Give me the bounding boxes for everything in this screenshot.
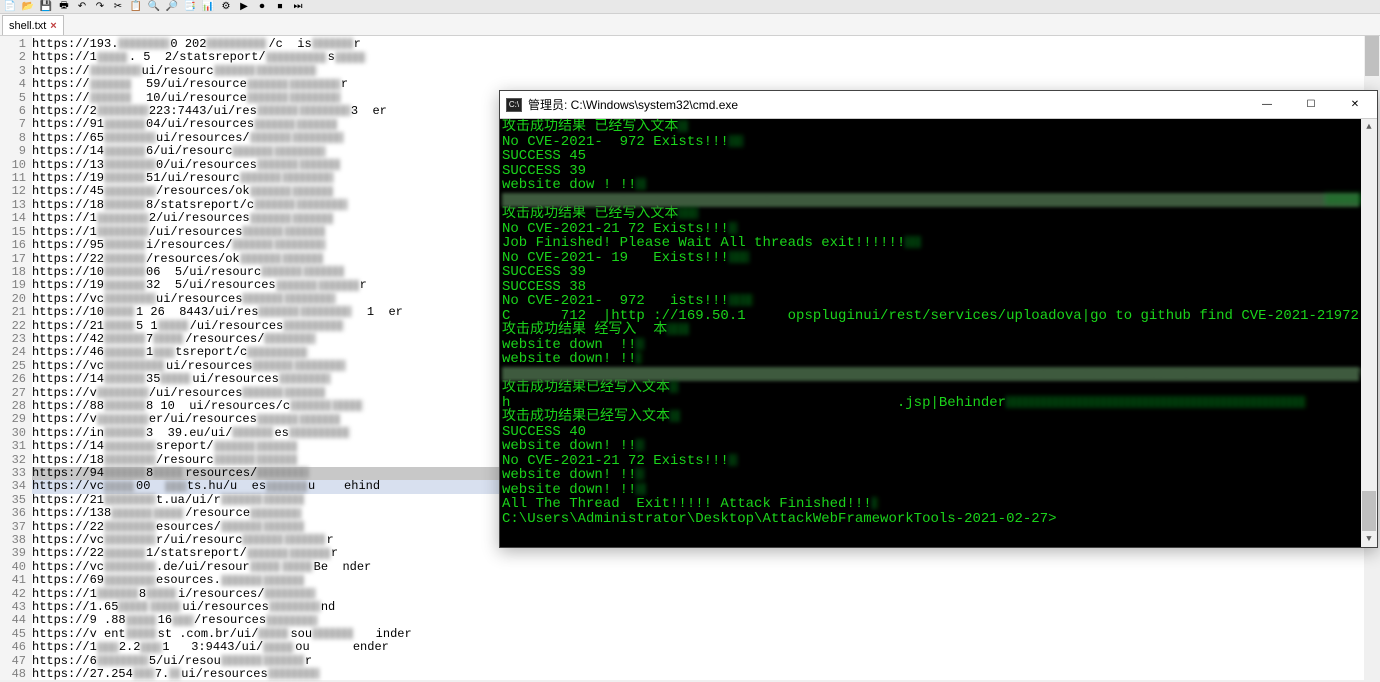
code-line[interactable]: https://27.2547.ui/resources bbox=[32, 668, 1380, 681]
cmd-line: website down! !! bbox=[502, 483, 1359, 498]
cmd-line: CVE-2021-21 7|https://112.91.146.122/ui/… bbox=[502, 193, 1359, 208]
cmd-line: website down! !! bbox=[502, 352, 1359, 367]
cmd-line: 攻击成功结果 经写入 本 bbox=[502, 323, 1359, 338]
scrollbar-thumb[interactable] bbox=[1365, 36, 1379, 76]
scroll-up-icon[interactable]: ▲ bbox=[1361, 119, 1377, 135]
toolbar-icon[interactable]: 💾 bbox=[38, 1, 54, 13]
toolbar-icon[interactable]: 🔎 bbox=[164, 1, 180, 13]
cmd-line: SUCCESS 39 bbox=[502, 164, 1359, 179]
cmd-title: 管理员: C:\Windows\system32\cmd.exe bbox=[528, 96, 1245, 113]
cmd-line: No CVE-2021- 972 Exists!!! bbox=[502, 135, 1359, 150]
toolbar-icon[interactable]: 📊 bbox=[200, 1, 216, 13]
toolbar-icon[interactable]: ✂ bbox=[110, 1, 126, 13]
toolbar-icon[interactable]: 📂 bbox=[20, 1, 36, 13]
cmd-line: h .jsp|Behinder bbox=[502, 396, 1359, 411]
tab-filename: shell.txt bbox=[9, 20, 46, 32]
cmd-window: C:\ 管理员: C:\Windows\system32\cmd.exe — ☐… bbox=[499, 90, 1378, 548]
cmd-line: 攻击成功结果 已经写入文本 bbox=[502, 120, 1359, 135]
cmd-line: website down !! bbox=[502, 338, 1359, 353]
cmd-line: SUCCESS 40 bbox=[502, 425, 1359, 440]
scrollbar-thumb[interactable] bbox=[1362, 491, 1376, 531]
toolbar-icon[interactable]: ⏭ bbox=[290, 1, 306, 13]
code-line[interactable]: https://65/ui/resour bbox=[32, 655, 1380, 668]
cmd-line: website dow ! !! bbox=[502, 178, 1359, 193]
close-icon[interactable]: × bbox=[50, 20, 56, 32]
toolbar-icon[interactable]: 🖶 bbox=[56, 1, 72, 13]
cmd-line: SUCCESS 38 bbox=[502, 280, 1359, 295]
cmd-line: 攻击成功结果 已经写入文本 bbox=[502, 207, 1359, 222]
code-line[interactable]: https://vc.de/ui/resourBe nder bbox=[32, 561, 1380, 574]
toolbar-icon[interactable]: 📑 bbox=[182, 1, 198, 13]
toolbar-icon[interactable]: ↷ bbox=[92, 1, 108, 13]
cmd-line: 攻击成功结果已经写入文本 bbox=[502, 410, 1359, 425]
close-button[interactable]: ✕ bbox=[1333, 91, 1377, 118]
cmd-titlebar[interactable]: C:\ 管理员: C:\Windows\system32\cmd.exe — ☐… bbox=[500, 91, 1377, 119]
cmd-line: C:\Users\Administrator\Desktop\AttackWeb… bbox=[502, 512, 1359, 527]
code-line[interactable]: https://1. 5 2/statsreport/s bbox=[32, 51, 1380, 64]
code-line[interactable]: https://193.0 202/c isr bbox=[32, 38, 1380, 51]
code-line[interactable]: https://9 .8816/resources bbox=[32, 614, 1380, 627]
scroll-down-icon[interactable]: ▼ bbox=[1361, 531, 1377, 547]
toolbar-icon[interactable]: ⚙ bbox=[218, 1, 234, 13]
window-controls: — ☐ ✕ bbox=[1245, 91, 1377, 118]
toolbar-icon[interactable]: ⏺ bbox=[254, 1, 270, 13]
cmd-line: No CVE-2021-21 72 Exists!!! bbox=[502, 222, 1359, 237]
toolbar-icon[interactable]: 📋 bbox=[128, 1, 144, 13]
tab-bar: shell.txt × bbox=[0, 14, 1380, 36]
toolbar-icon[interactable]: 🔍 bbox=[146, 1, 162, 13]
code-line[interactable]: https://221/statsreport/r bbox=[32, 547, 1380, 560]
cmd-scrollbar[interactable]: ▲ ▼ bbox=[1361, 119, 1377, 547]
cmd-line: SUCCESS 39 bbox=[502, 265, 1359, 280]
code-line[interactable]: https://18i/resources/ bbox=[32, 588, 1380, 601]
cmd-line: 攻击成功结果已经写入文本 bbox=[502, 381, 1359, 396]
minimize-button[interactable]: — bbox=[1245, 91, 1289, 118]
cmd-line: website down! !! bbox=[502, 439, 1359, 454]
cmd-icon: C:\ bbox=[506, 98, 522, 112]
cmd-line: No CVE-2021- 972 ists!!! bbox=[502, 294, 1359, 309]
toolbar: 📄 📂 💾 🖶 ↶ ↷ ✂ 📋 🔍 🔎 📑 📊 ⚙ ▶ ⏺ ⏹ ⏭ bbox=[0, 0, 1380, 14]
file-tab[interactable]: shell.txt × bbox=[2, 15, 64, 35]
cmd-line: rest/services/uploadova go to github fin… bbox=[502, 367, 1359, 382]
toolbar-icon[interactable]: ⏹ bbox=[272, 1, 288, 13]
cmd-line: website down! !! bbox=[502, 468, 1359, 483]
cmd-line: No CVE-2021-21 72 Exists!!! bbox=[502, 454, 1359, 469]
toolbar-icon[interactable]: ↶ bbox=[74, 1, 90, 13]
cmd-output[interactable]: 攻击成功结果 已经写入文本No CVE-2021- 972 Exists!!!S… bbox=[500, 119, 1361, 547]
code-line[interactable]: https://69esources. bbox=[32, 574, 1380, 587]
cmd-line: C 712 |http ://169.50.1 opspluginui/rest… bbox=[502, 309, 1359, 324]
code-line[interactable]: https://ui/resourc bbox=[32, 65, 1380, 78]
cmd-line: No CVE-2021- 19 Exists!!! bbox=[502, 251, 1359, 266]
toolbar-icon[interactable]: ▶ bbox=[236, 1, 252, 13]
cmd-line: SUCCESS 45 bbox=[502, 149, 1359, 164]
code-line[interactable]: https://1.65ui/resourcesnd bbox=[32, 601, 1380, 614]
cmd-line: All The Thread Exit!!!!! Attack Finished… bbox=[502, 497, 1359, 512]
toolbar-icon[interactable]: 📄 bbox=[2, 1, 18, 13]
cmd-line: Job Finished! Please Wait All threads ex… bbox=[502, 236, 1359, 251]
maximize-button[interactable]: ☐ bbox=[1289, 91, 1333, 118]
code-line[interactable]: https://v entst .com.br/ui/sou inder bbox=[32, 628, 1380, 641]
code-line[interactable]: https://12.21 3:9443/ui/ou ender bbox=[32, 641, 1380, 654]
line-number-gutter: 1234567891011121314151617181920212223242… bbox=[0, 36, 32, 680]
